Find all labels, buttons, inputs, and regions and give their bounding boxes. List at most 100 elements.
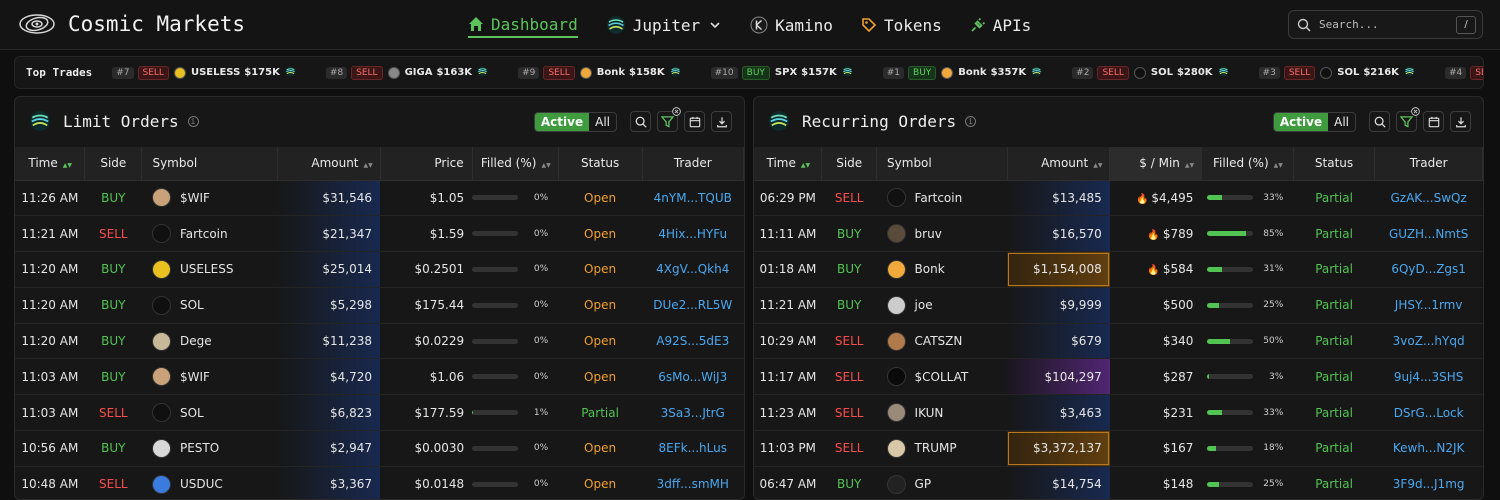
trader-link[interactable]: 4nYM...TQUB [642,180,744,217]
table-row[interactable]: 11:20 AM BUY SOL $5,298 $175.44 0% Open DUe2...… [15,287,744,324]
filter-all-button[interactable]: All [1328,113,1355,131]
sort-icon[interactable]: ▲▼ [63,163,72,169]
trader-link[interactable]: 6QyD...Zgs1 [1374,251,1483,288]
symbol-cell[interactable]: Dege [141,323,278,360]
column-header[interactable]: Amount ▲▼ [277,147,381,181]
nav-tokens[interactable]: Tokens [861,12,942,38]
column-header[interactable]: Trader [1374,147,1483,181]
table-row[interactable]: 01:18 AM BUY Bonk $1,154,008 🔥 $584 31% Partial… [754,251,1483,288]
symbol-cell[interactable]: USDUC [141,466,278,499]
nav-jupiter[interactable]: Jupiter [606,12,722,38]
symbol-cell[interactable]: TRUMP [876,430,1008,467]
trader-link[interactable]: 3voZ...hYqd [1374,323,1483,360]
trader-link[interactable]: 4Hix...HYFu [642,215,744,253]
table-row[interactable]: 11:21 AM BUY joe $9,999 $500 25% Partial JHSY..… [754,287,1483,324]
column-header[interactable]: Symbol [141,147,279,181]
table-row[interactable]: 06:29 PM SELL Fartcoin $13,485 🔥 $4,495 33% Par… [754,180,1483,217]
trader-link[interactable]: Kewh...N2JK [1374,430,1483,467]
table-row[interactable]: 11:11 AM BUY bruv $16,570 🔥 $789 85% Partial GUZ… [754,215,1483,253]
download-button[interactable] [1450,111,1471,132]
symbol-cell[interactable]: SOL [141,287,278,324]
brand[interactable]: Cosmic Markets [18,10,245,38]
ticker-trade[interactable]: #4SE [1444,65,1483,80]
table-row[interactable]: 11:20 AM BUY Dege $11,238 $0.0229 0% Open A92S.… [15,323,744,360]
ticker-trade[interactable]: #3 SELL SOL $216K [1258,65,1415,80]
symbol-cell[interactable]: GP [876,466,1008,499]
info-icon[interactable]: i [187,115,199,127]
table-row[interactable]: 11:20 AM BUY USELESS $25,014 $0.2501 0% Open 4X… [15,251,744,288]
trader-link[interactable]: 3F9d...J1mg [1374,466,1483,499]
ticker-trade[interactable]: #9 SELL Bonk $158K [518,65,681,80]
sort-icon[interactable]: ▲▼ [541,163,550,169]
trader-link[interactable]: A92S...5dE3 [642,323,744,360]
column-header[interactable]: Filled (%) ▲▼ [472,147,559,181]
filter-button[interactable] [1396,107,1420,132]
search-input[interactable]: Search... [1319,18,1456,31]
column-header[interactable]: Time ▲▼ [15,147,86,181]
calendar-button[interactable] [1423,111,1444,132]
table-row[interactable]: 10:56 AM BUY PESTO $2,947 $0.0030 0% Open 8EFk.… [15,430,744,467]
ticker-trade[interactable]: #1 BUY Bonk $357K [882,65,1042,80]
symbol-cell[interactable]: $WIF [141,180,278,217]
column-header[interactable]: Symbol [876,147,1008,181]
column-header[interactable]: Filled (%) ▲▼ [1201,147,1294,181]
symbol-cell[interactable]: PESTO [141,430,278,467]
sort-icon[interactable]: ▲▼ [801,163,810,169]
filter-active-button[interactable]: Active [534,112,590,131]
ticker-trade[interactable]: #2 SELL SOL $280K [1072,65,1228,80]
symbol-cell[interactable]: Bonk [876,251,1008,288]
table-row[interactable]: 11:03 AM BUY $WIF $4,720 $1.06 0% Open 6sMo...W… [15,358,744,396]
trader-link[interactable]: GUZH...NmtS [1374,215,1483,253]
symbol-cell[interactable]: $COLLAT [876,358,1008,396]
trader-link[interactable]: GzAK...SwQz [1374,180,1483,217]
sort-icon[interactable]: ▲▼ [1274,163,1283,169]
trader-link[interactable]: DUe2...RL5W [642,287,744,324]
filter-all-button[interactable]: All [589,113,616,131]
symbol-cell[interactable]: Fartcoin [141,215,278,253]
filter-active-button[interactable]: Active [1273,112,1329,131]
column-header[interactable]: Status [1293,147,1376,181]
table-row[interactable]: 11:21 AM SELL Fartcoin $21,347 $1.59 0% Open 4H… [15,215,744,253]
symbol-cell[interactable]: Fartcoin [876,180,1008,217]
table-row[interactable]: 10:29 AM SELL CATSZN $679 $340 50% Partial 3voZ… [754,323,1483,360]
column-header[interactable]: $ / Min ▲▼ [1109,147,1202,181]
trader-link[interactable]: DSrG...Lock [1374,394,1483,432]
trader-link[interactable]: 3dff...smMH [642,466,744,499]
symbol-cell[interactable]: bruv [876,215,1008,253]
table-row[interactable]: 10:48 AM SELL USDUC $3,367 $0.0148 0% Open 3dff… [15,466,744,499]
sort-icon[interactable]: ▲▼ [364,163,373,169]
trader-link[interactable]: 3Sa3...JtrG [642,394,744,432]
table-row[interactable]: 06:47 AM BUY GP $14,754 $148 25% Partial 3F9d..… [754,466,1483,499]
column-header[interactable]: Time ▲▼ [754,147,823,181]
clear-filter-icon[interactable] [1411,107,1420,116]
table-row[interactable]: 11:03 PM SELL TRUMP $3,372,137 $167 18% Partia… [754,430,1483,467]
search-button[interactable] [630,111,651,132]
column-header[interactable]: Side [821,147,878,181]
search-button[interactable] [1369,111,1390,132]
search-box[interactable]: Search... / [1288,10,1483,39]
symbol-cell[interactable]: joe [876,287,1008,324]
trader-link[interactable]: 9uj4...3SHS [1374,358,1483,396]
trader-link[interactable]: 6sMo...WiJ3 [642,358,744,396]
column-header[interactable]: Trader [642,147,744,181]
calendar-button[interactable] [684,111,705,132]
ticker-trade[interactable]: #10 BUY SPX $157K [710,65,853,80]
sort-icon[interactable]: ▲▼ [1185,163,1194,169]
table-row[interactable]: 11:17 AM SELL $COLLAT $104,297 $287 3% Partial… [754,358,1483,396]
symbol-cell[interactable]: SOL [141,394,278,432]
column-header[interactable]: Side [84,147,143,181]
info-icon[interactable]: i [965,115,977,127]
clear-filter-icon[interactable] [672,107,681,116]
table-row[interactable]: 11:26 AM BUY $WIF $31,546 $1.05 0% Open 4nYM...… [15,180,744,217]
trader-link[interactable]: 4XgV...Qkh4 [642,251,744,288]
nav-apis[interactable]: APIs [970,12,1031,38]
trader-link[interactable]: 8EFk...hLus [642,430,744,467]
table-row[interactable]: 11:23 AM SELL IKUN $3,463 $231 33% Partial DSrG… [754,394,1483,432]
sort-icon[interactable]: ▲▼ [1093,163,1102,169]
symbol-cell[interactable]: IKUN [876,394,1008,432]
column-header[interactable]: Status [558,147,643,181]
nav-kamino[interactable]: Kamino [750,12,833,38]
trader-link[interactable]: JHSY...1rmv [1374,287,1483,324]
download-button[interactable] [711,111,732,132]
symbol-cell[interactable]: CATSZN [876,323,1008,360]
